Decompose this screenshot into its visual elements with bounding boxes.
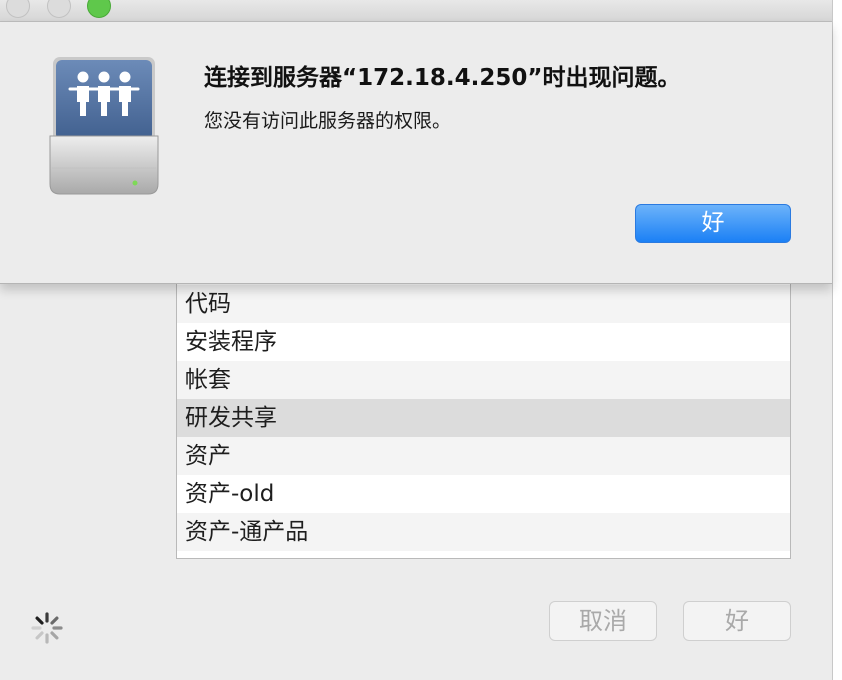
share-item[interactable]: 资产-通产品 <box>177 513 790 551</box>
share-item[interactable]: 代码 <box>177 285 790 323</box>
loading-spinner-icon <box>31 612 63 644</box>
cancel-button[interactable]: 取消 <box>549 601 657 641</box>
alert-sheet: 连接到服务器“172.18.4.250”时出现问题。 您没有访问此服务器的权限。… <box>0 22 832 284</box>
share-item[interactable]: 安装程序 <box>177 323 790 361</box>
share-item-selected[interactable]: 研发共享 <box>177 399 790 437</box>
alert-ok-button[interactable]: 好 <box>635 204 791 243</box>
share-item[interactable]: 帐套 <box>177 361 790 399</box>
minimize-button[interactable] <box>47 0 71 18</box>
window-edge <box>832 0 842 680</box>
title-bar <box>0 0 832 22</box>
share-item[interactable]: 资产 <box>177 437 790 475</box>
alert-title: 连接到服务器“172.18.4.250”时出现问题。 <box>204 65 681 91</box>
zoom-button[interactable] <box>87 0 111 18</box>
ok-button-disabled[interactable]: 好 <box>683 601 791 641</box>
share-item[interactable]: 资产-old <box>177 475 790 513</box>
connect-to-server-window: 代码 安装程序 帐套 研发共享 资产 资产-old 资产-通产品 取消 好 连接… <box>0 0 842 680</box>
share-list[interactable]: 代码 安装程序 帐套 研发共享 资产 资产-old 资产-通产品 <box>176 246 791 559</box>
close-button[interactable] <box>6 0 30 18</box>
alert-message: 您没有访问此服务器的权限。 <box>204 110 452 132</box>
network-server-icon <box>49 57 159 195</box>
